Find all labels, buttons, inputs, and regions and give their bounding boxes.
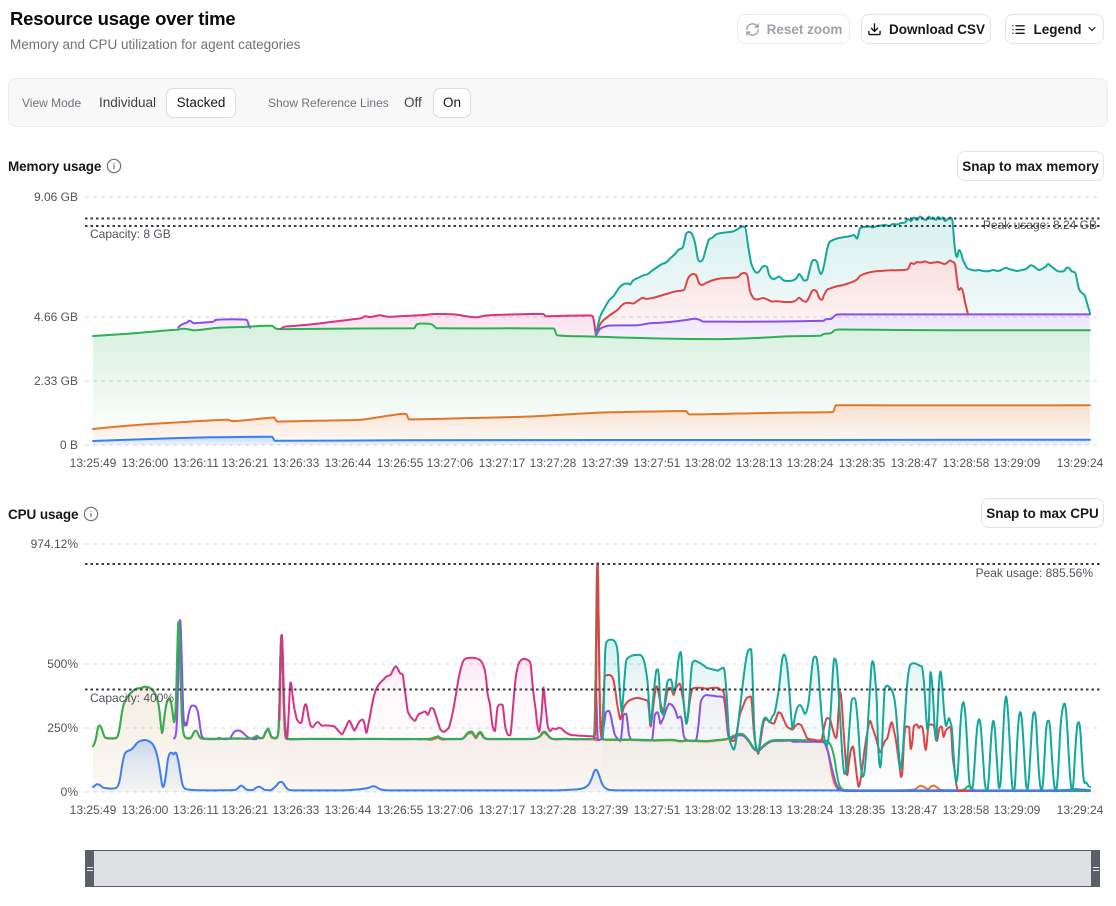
svg-text:13:26:11: 13:26:11 bbox=[173, 456, 219, 470]
svg-text:13:26:55: 13:26:55 bbox=[377, 803, 424, 817]
svg-text:13:28:58: 13:28:58 bbox=[943, 456, 990, 470]
svg-text:13:28:02: 13:28:02 bbox=[685, 803, 732, 817]
svg-text:13:28:02: 13:28:02 bbox=[685, 456, 732, 470]
svg-text:13:28:13: 13:28:13 bbox=[736, 456, 783, 470]
svg-text:4.66 GB: 4.66 GB bbox=[34, 310, 78, 324]
svg-text:13:27:17: 13:27:17 bbox=[479, 803, 526, 817]
svg-text:13:28:24: 13:28:24 bbox=[787, 456, 834, 470]
svg-text:13:28:47: 13:28:47 bbox=[891, 803, 938, 817]
svg-text:13:26:11: 13:26:11 bbox=[173, 803, 219, 817]
svg-text:13:26:21: 13:26:21 bbox=[222, 803, 269, 817]
svg-text:13:27:39: 13:27:39 bbox=[582, 456, 629, 470]
svg-text:974.12%: 974.12% bbox=[31, 537, 79, 551]
svg-text:13:26:44: 13:26:44 bbox=[325, 803, 372, 817]
svg-text:2.33 GB: 2.33 GB bbox=[34, 374, 78, 388]
svg-text:13:28:58: 13:28:58 bbox=[943, 803, 990, 817]
svg-text:13:28:35: 13:28:35 bbox=[839, 456, 886, 470]
svg-text:Peak usage: 885.56%: Peak usage: 885.56% bbox=[976, 566, 1094, 580]
svg-text:13:26:33: 13:26:33 bbox=[273, 456, 320, 470]
svg-text:13:27:06: 13:27:06 bbox=[427, 803, 474, 817]
svg-text:13:28:13: 13:28:13 bbox=[736, 803, 783, 817]
svg-text:13:29:09: 13:29:09 bbox=[994, 803, 1041, 817]
svg-text:0 B: 0 B bbox=[60, 438, 78, 452]
svg-text:13:29:24: 13:29:24 bbox=[1057, 803, 1104, 817]
svg-text:13:28:24: 13:28:24 bbox=[787, 803, 834, 817]
svg-text:13:27:51: 13:27:51 bbox=[634, 803, 681, 817]
svg-text:Capacity: 400%: Capacity: 400% bbox=[90, 691, 174, 705]
svg-text:250%: 250% bbox=[47, 721, 78, 735]
svg-text:9.06 GB: 9.06 GB bbox=[34, 190, 78, 204]
svg-text:13:26:33: 13:26:33 bbox=[273, 803, 320, 817]
svg-text:13:29:24: 13:29:24 bbox=[1057, 456, 1104, 470]
svg-text:13:26:44: 13:26:44 bbox=[325, 456, 372, 470]
svg-text:13:28:47: 13:28:47 bbox=[891, 456, 938, 470]
svg-text:13:27:06: 13:27:06 bbox=[427, 456, 474, 470]
svg-text:13:28:35: 13:28:35 bbox=[839, 803, 886, 817]
svg-text:13:26:55: 13:26:55 bbox=[377, 456, 424, 470]
svg-text:500%: 500% bbox=[47, 657, 78, 671]
svg-text:13:25:49: 13:25:49 bbox=[70, 803, 117, 817]
svg-text:13:27:28: 13:27:28 bbox=[530, 803, 577, 817]
svg-text:13:26:00: 13:26:00 bbox=[122, 803, 169, 817]
svg-text:13:27:51: 13:27:51 bbox=[634, 456, 681, 470]
svg-text:0%: 0% bbox=[61, 785, 79, 799]
svg-text:13:26:00: 13:26:00 bbox=[122, 456, 169, 470]
svg-text:Capacity: 8 GB: Capacity: 8 GB bbox=[90, 227, 171, 241]
svg-text:Peak usage: 8.24 GB: Peak usage: 8.24 GB bbox=[983, 218, 1097, 232]
svg-text:13:26:21: 13:26:21 bbox=[222, 456, 269, 470]
svg-text:13:27:39: 13:27:39 bbox=[582, 803, 629, 817]
svg-text:13:27:17: 13:27:17 bbox=[479, 456, 526, 470]
svg-text:13:25:49: 13:25:49 bbox=[70, 456, 117, 470]
svg-text:13:29:09: 13:29:09 bbox=[994, 456, 1041, 470]
svg-text:13:27:28: 13:27:28 bbox=[530, 456, 577, 470]
